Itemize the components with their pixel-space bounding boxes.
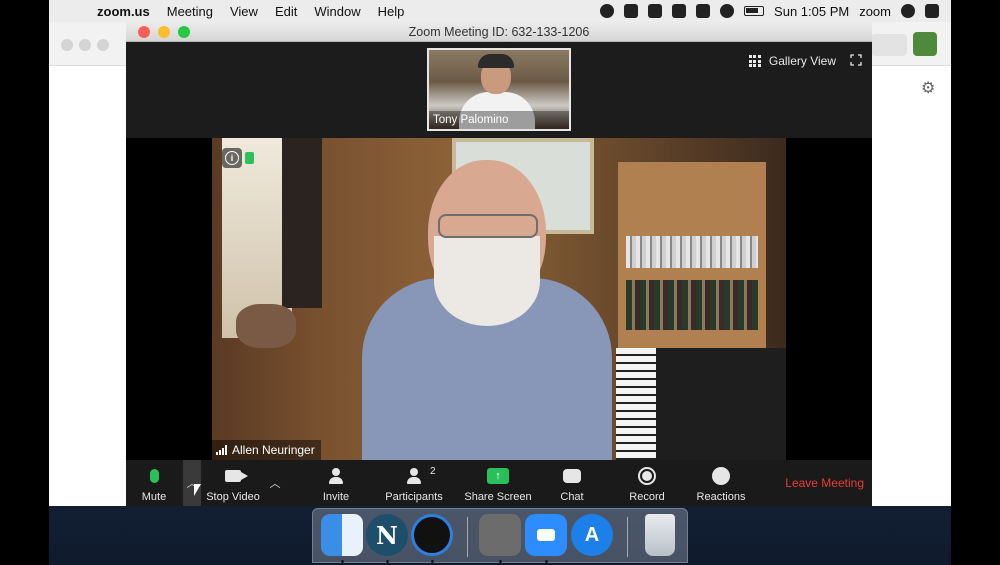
clock[interactable]: Sun 1:05 PM	[774, 4, 849, 19]
window-title: Zoom Meeting ID: 632-133-1206	[408, 24, 590, 39]
spotlight-search-icon[interactable]	[901, 4, 915, 18]
system-preferences-icon[interactable]	[479, 514, 521, 556]
airplay-icon[interactable]	[672, 4, 687, 18]
chat-bubble-icon	[563, 469, 581, 483]
gallery-view-label: Gallery View	[768, 54, 836, 68]
dock-separator	[467, 517, 468, 557]
reactions-label: Reactions	[696, 491, 746, 503]
record-label: Record	[629, 491, 665, 503]
record-status-icon[interactable]	[600, 4, 615, 18]
participants-icon	[406, 468, 422, 484]
user-menu[interactable]: zoom	[859, 4, 891, 19]
chevron-up-icon: ︿	[269, 478, 281, 490]
netscape-running-indicator	[386, 560, 389, 563]
bg-window-close-icon[interactable]	[61, 39, 73, 51]
battery-icon[interactable]	[744, 6, 765, 16]
menu-meeting[interactable]: Meeting	[167, 4, 213, 19]
right-letterbox	[951, 0, 1000, 565]
thumbnail-name-label: Tony Palomino	[429, 111, 569, 129]
netscape-icon[interactable]: N	[366, 514, 408, 556]
invite-button[interactable]: Invite	[318, 460, 354, 506]
zoom-meeting-window: Zoom Meeting ID: 632-133-1206 Tony Palom…	[126, 22, 872, 506]
participant-thumbnail[interactable]: Tony Palomino	[427, 48, 571, 131]
bg-window-minimize-icon[interactable]	[79, 39, 91, 51]
quicktime-icon[interactable]	[411, 514, 453, 556]
menu-view[interactable]: View	[230, 4, 258, 19]
menu-window[interactable]: Window	[314, 4, 360, 19]
dock: N A	[312, 508, 688, 563]
meeting-info-icon[interactable]: i	[222, 148, 242, 168]
active-speaker-video[interactable]: i Allen Neuringer	[212, 138, 786, 460]
encryption-shield-icon[interactable]	[245, 152, 254, 164]
stop-video-label: Stop Video	[206, 491, 260, 503]
trash-icon[interactable]	[645, 514, 675, 556]
meeting-toolbar: Mute ︿ Stop Video ︿ Invite Participants …	[126, 460, 872, 506]
invite-label: Invite	[322, 491, 350, 503]
chat-label: Chat	[560, 491, 584, 503]
bg-window-zoom-icon[interactable]	[97, 39, 109, 51]
grid-icon	[748, 55, 761, 67]
mute-label: Mute	[141, 491, 167, 503]
mute-button[interactable]: Mute	[138, 460, 170, 506]
left-letterbox	[0, 0, 49, 565]
notification-icon[interactable]	[648, 4, 663, 18]
participants-count-badge: 2	[430, 466, 436, 477]
video-options-caret[interactable]: ︿	[266, 460, 284, 506]
fullscreen-icon[interactable]	[850, 54, 862, 66]
mouse-cursor-icon	[194, 484, 201, 496]
stop-video-button[interactable]: Stop Video	[204, 460, 262, 506]
quicktime-running-indicator	[431, 560, 434, 563]
zoom-title-bar: Zoom Meeting ID: 632-133-1206	[126, 22, 872, 42]
menu-bar: zoom.us Meeting View Edit Window Help Su…	[49, 0, 951, 22]
control-center-icon[interactable]	[925, 4, 939, 18]
wifi-icon[interactable]	[720, 4, 735, 18]
zoom-status-icon[interactable]	[624, 4, 639, 18]
speaker-name-tag: Allen Neuringer	[212, 440, 321, 460]
emoji-reaction-icon	[712, 467, 730, 485]
record-icon	[638, 467, 656, 485]
add-person-icon	[328, 468, 344, 484]
share-screen-icon: ↑	[487, 468, 509, 484]
finder-icon[interactable]	[321, 514, 363, 556]
volume-icon[interactable]	[696, 4, 711, 18]
finder-running-indicator	[341, 560, 344, 563]
record-button[interactable]: Record	[628, 460, 666, 506]
chat-button[interactable]: Chat	[556, 460, 588, 506]
menu-help[interactable]: Help	[378, 4, 405, 19]
zoom-app-icon[interactable]	[525, 514, 567, 556]
connection-signal-icon	[216, 445, 227, 455]
bg-window-avatar-icon[interactable]	[913, 32, 937, 56]
gallery-view-button[interactable]: Gallery View	[748, 54, 836, 68]
menu-edit[interactable]: Edit	[275, 4, 297, 19]
zoom-running-indicator	[545, 560, 548, 563]
audio-options-caret[interactable]: ︿	[183, 460, 201, 506]
thumbnail-strip: Tony Palomino Gallery View	[126, 42, 872, 138]
share-screen-button[interactable]: ↑ Share Screen	[464, 460, 532, 506]
active-speaker-area: i Allen Neuringer	[126, 138, 872, 460]
app-menu[interactable]: zoom.us	[97, 4, 150, 19]
bg-window-button[interactable]	[871, 34, 907, 56]
gear-icon[interactable]: ⚙	[921, 78, 935, 98]
reactions-button[interactable]: Reactions	[696, 460, 746, 506]
app-store-icon[interactable]: A	[571, 514, 613, 556]
dock-separator	[627, 517, 628, 557]
share-screen-label: Share Screen	[464, 491, 532, 503]
leave-meeting-button[interactable]: Leave Meeting	[785, 460, 864, 506]
video-camera-icon	[225, 470, 248, 482]
microphone-icon	[149, 469, 159, 483]
participants-label: Participants	[385, 491, 443, 503]
sysprefs-running-indicator	[499, 560, 502, 563]
speaker-name-label: Allen Neuringer	[232, 443, 315, 457]
